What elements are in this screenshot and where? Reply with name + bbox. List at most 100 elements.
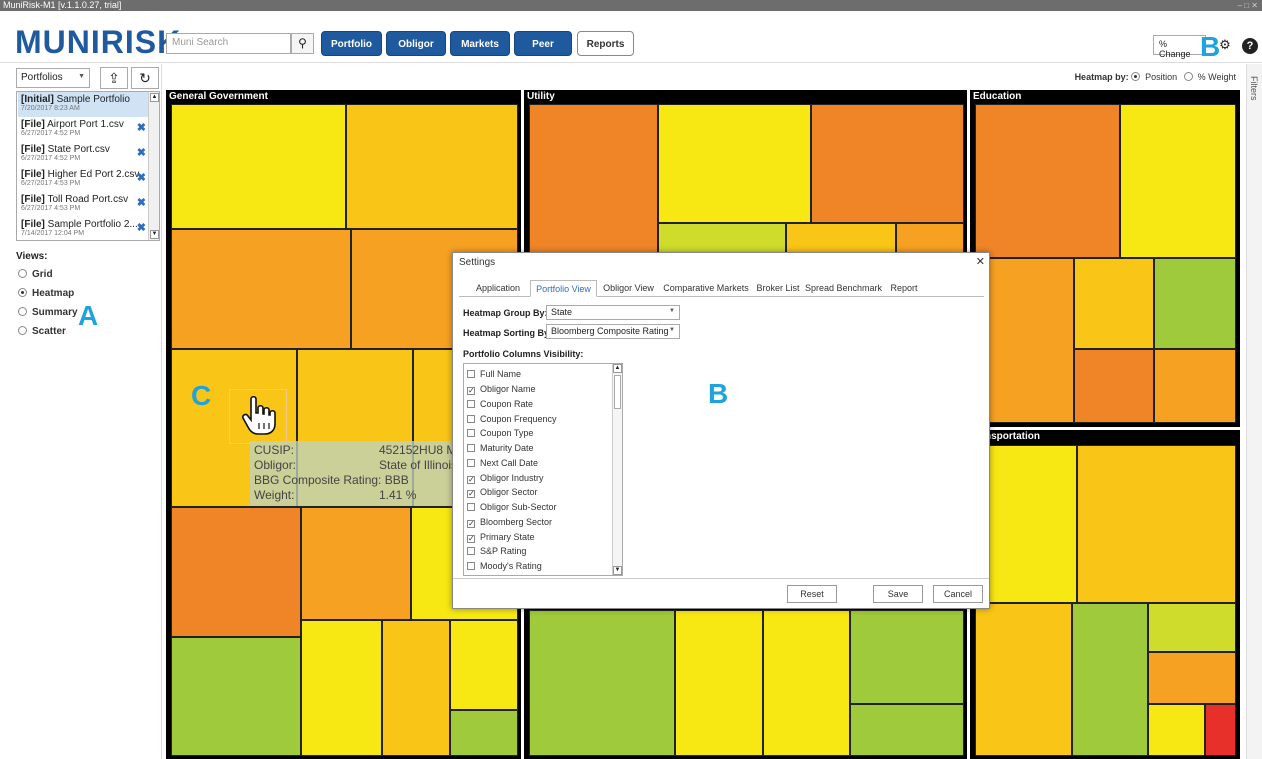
heatmap-tile[interactable] <box>763 610 850 756</box>
save-button[interactable]: Save <box>873 585 923 603</box>
close-icon[interactable]: ✕ <box>976 255 985 268</box>
heatmap-tile[interactable] <box>450 620 518 710</box>
heatmap-tile[interactable] <box>301 620 382 756</box>
column-checkbox[interactable]: Next Call Date <box>467 456 538 470</box>
callout-b-dialog: B <box>708 378 729 409</box>
column-checkbox[interactable]: Full Name <box>467 367 521 381</box>
column-checkbox[interactable]: Moody's Rating <box>467 559 542 573</box>
heatmap-tile[interactable] <box>171 507 301 637</box>
sector-title: General Government <box>169 91 268 102</box>
portfolio-list-item[interactable]: [Initial] Sample Portfolio 7/20/2017 8:2… <box>18 92 148 117</box>
remove-icon[interactable]: ✖ <box>137 121 146 134</box>
tab-spread-benchmark[interactable]: Spread Benchmark <box>804 280 883 297</box>
column-checkbox[interactable]: Obligor Sub-Sector <box>467 500 557 514</box>
group-by-select[interactable]: State ▼ <box>546 305 680 320</box>
heatmap-tile[interactable] <box>1205 704 1236 756</box>
heatmap-by-position-radio[interactable]: Position <box>1131 72 1177 82</box>
heatmap-tile[interactable] <box>450 710 518 756</box>
portfolio-list-scrollbar[interactable]: ▲ ▼ <box>148 92 159 240</box>
heatmap-tile[interactable] <box>171 229 351 349</box>
help-icon[interactable]: ? <box>1240 35 1260 55</box>
heatmap-tile[interactable] <box>1074 349 1154 423</box>
heatmap-tile[interactable] <box>850 610 964 704</box>
column-checkbox[interactable]: Coupon Frequency <box>467 412 557 426</box>
column-checkbox[interactable]: Coupon Rate <box>467 397 533 411</box>
column-checkbox[interactable]: Maturity Date <box>467 441 534 455</box>
heatmap-tile[interactable] <box>1148 603 1236 652</box>
nav-portfolio-button[interactable]: Portfolio <box>321 31 382 56</box>
portfolio-list-item[interactable]: [File] State Port.csv 6/27/2017 4:52 PM … <box>18 142 148 167</box>
columns-visibility-label: Portfolio Columns Visibility: <box>463 349 584 359</box>
heatmap-tile[interactable] <box>346 104 518 229</box>
heatmap-tile[interactable] <box>1077 445 1236 603</box>
column-checkbox[interactable]: ✓ Obligor Name <box>467 382 536 396</box>
tab-application[interactable]: Application <box>465 280 531 297</box>
columns-scrollbar[interactable]: ▲ ▼ <box>612 364 622 575</box>
heatmap-tile[interactable] <box>1148 652 1236 704</box>
nav-peer-button[interactable]: Peer <box>514 31 572 56</box>
hand-pointer-icon <box>242 396 276 435</box>
muni-search-input[interactable]: Muni Search <box>166 33 291 54</box>
portfolio-list-item[interactable]: [File] Airport Port 1.csv 6/27/2017 4:52… <box>18 117 148 142</box>
filters-tab[interactable]: Filters <box>1246 64 1262 759</box>
upload-icon: ⇪ <box>108 70 120 86</box>
heatmap-tile[interactable] <box>1120 104 1236 258</box>
heatmap-tile[interactable] <box>1148 704 1205 756</box>
column-checkbox[interactable]: ✓ Bloomberg Sector <box>467 515 552 529</box>
heatmap-tile[interactable] <box>975 445 1077 603</box>
portfolio-list-item[interactable]: [File] Sample Portfolio 2.... 7/14/2017 … <box>18 217 148 240</box>
portfolios-select[interactable]: Portfolios ▼ <box>16 68 90 88</box>
tab-comparative-markets[interactable]: Comparative Markets <box>660 280 752 297</box>
column-checkbox[interactable]: S&P Rating <box>467 544 526 558</box>
heatmap-tile[interactable] <box>1074 258 1154 349</box>
heatmap-tile[interactable] <box>675 610 763 756</box>
view-radio-heatmap[interactable]: Heatmap <box>18 287 74 299</box>
heatmap-tile[interactable] <box>975 104 1120 258</box>
remove-icon[interactable]: ✖ <box>137 146 146 159</box>
column-checkbox[interactable]: ✓ Primary State <box>467 530 535 544</box>
heatmap-tile[interactable] <box>975 603 1072 756</box>
view-radio-scatter[interactable]: Scatter <box>18 325 66 337</box>
portfolio-list-item[interactable]: [File] Toll Road Port.csv 6/27/2017 4:53… <box>18 192 148 217</box>
view-radio-summary[interactable]: Summary <box>18 306 78 318</box>
refresh-button[interactable]: ↻ <box>131 67 159 89</box>
tab-portfolio-view[interactable]: Portfolio View <box>530 280 597 297</box>
heatmap-tile[interactable] <box>529 610 675 756</box>
window-title: MuniRisk-M1 [v.1.1.0.27, trial] <box>3 0 122 10</box>
change-select[interactable]: % Change <box>1153 35 1206 59</box>
heatmap-tile[interactable] <box>850 704 964 756</box>
view-radio-grid[interactable]: Grid <box>18 268 53 280</box>
reset-button[interactable]: Reset <box>787 585 837 603</box>
chevron-down-icon: ▼ <box>78 73 85 80</box>
heatmap-by-weight-radio[interactable]: % Weight <box>1183 72 1236 82</box>
nav-reports-button[interactable]: Reports <box>577 31 634 56</box>
tab-obligor-view[interactable]: Obligor View <box>597 280 660 297</box>
remove-icon[interactable]: ✖ <box>137 221 146 234</box>
column-checkbox[interactable]: ✓ Obligor Industry <box>467 471 544 485</box>
heatmap-tile[interactable] <box>1072 603 1148 756</box>
nav-obligor-button[interactable]: Obligor <box>386 31 446 56</box>
nav-markets-button[interactable]: Markets <box>450 31 510 56</box>
heatmap-tile[interactable] <box>171 104 346 229</box>
heatmap-tile[interactable] <box>658 104 811 223</box>
remove-icon[interactable]: ✖ <box>137 196 146 209</box>
settings-dialog: Settings ✕ Application Portfolio View Ob… <box>452 252 990 609</box>
heatmap-tile[interactable] <box>529 104 658 264</box>
portfolio-list-item[interactable]: [File] Higher Ed Port 2.csv 6/27/2017 4:… <box>18 167 148 192</box>
remove-icon[interactable]: ✖ <box>137 171 146 184</box>
cancel-button[interactable]: Cancel <box>933 585 983 603</box>
heatmap-tile[interactable] <box>1154 258 1236 349</box>
heatmap-tile[interactable] <box>811 104 964 223</box>
heatmap-tile[interactable] <box>171 637 301 756</box>
column-checkbox[interactable]: Coupon Type <box>467 426 533 440</box>
heatmap-tile[interactable] <box>301 507 411 620</box>
heatmap-tile[interactable] <box>382 620 450 756</box>
column-checkbox[interactable]: ✓ Obligor Sector <box>467 485 538 499</box>
search-button[interactable]: ⚲ <box>291 33 314 54</box>
heatmap-tile[interactable] <box>1154 349 1236 423</box>
window-controls[interactable]: – □ ✕ <box>1238 0 1258 11</box>
tab-broker-list[interactable]: Broker List <box>752 280 804 297</box>
tab-report[interactable]: Report <box>883 280 925 297</box>
sort-by-select[interactable]: Bloomberg Composite Rating ▼ <box>546 324 680 339</box>
upload-button[interactable]: ⇪ <box>100 67 128 89</box>
